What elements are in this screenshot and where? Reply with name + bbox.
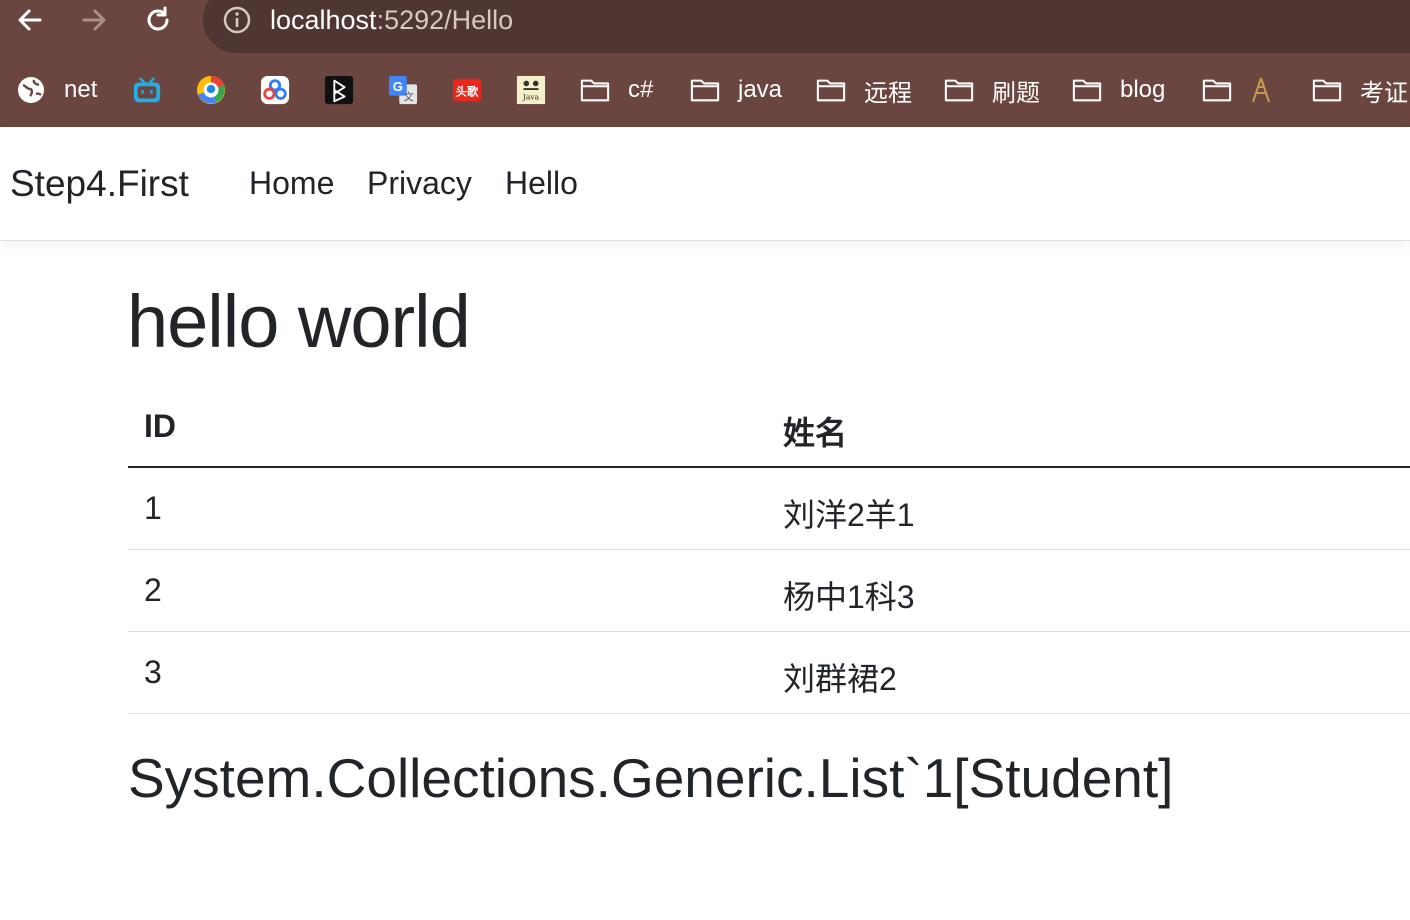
bilibili-icon [132,75,162,105]
bookmark-folder-java[interactable]: java [690,66,782,114]
reload-button[interactable] [140,4,176,36]
folder-icon [580,75,610,105]
url-path: :5292/Hello [376,5,514,35]
column-header-name: 姓名 [783,415,848,451]
cell-id: 2 [144,572,162,608]
bookmark-play-app[interactable] [324,66,354,114]
arrow-left-icon [18,9,42,31]
browser-toolbar: localhost:5292/Hello [0,0,1410,56]
translate-icon: G文 [388,75,418,105]
bookmark-label: blog [1120,76,1166,103]
students-table: ID 姓名 1 刘洋2羊1 2 杨中1科3 3 刘群裙2 [128,386,1410,714]
browser-chrome: localhost:5292/Hello net G文 头歌 Java c# j… [0,0,1410,127]
bookmark-cloud-drive[interactable] [260,66,290,114]
cell-name: 刘群裙2 [783,661,897,697]
nav-link-home[interactable]: Home [249,165,334,202]
reload-icon [147,6,169,31]
back-button[interactable] [12,4,48,36]
column-header-id: ID [144,408,176,444]
toutiao-icon: 头歌 [452,75,482,105]
folder-icon [816,75,846,105]
model-type-heading: System.Collections.Generic.List`1[Studen… [128,747,1174,809]
bookmark-folder-blog[interactable]: blog [1072,66,1165,114]
table-header-row: ID 姓名 [128,386,1410,468]
bookmark-toutiao[interactable]: 头歌 [452,66,482,114]
cell-name: 刘洋2羊1 [783,497,915,533]
bird-app-icon [196,75,226,105]
bookmark-label: java [738,76,783,103]
bookmark-folder-csharp[interactable]: c# [580,66,653,114]
table-row: 3 刘群裙2 [128,632,1410,714]
bookmark-label: 刷题 [992,79,1040,107]
bookmark-java-book[interactable]: Java [516,66,546,114]
table-row: 2 杨中1科3 [128,550,1410,632]
folder-icon [1072,75,1102,105]
svg-text:文: 文 [403,90,413,103]
cell-id: 1 [144,490,162,526]
bookmark-label: c# [628,76,654,103]
arrow-right-icon [82,9,106,31]
bookmarks-bar: net G文 头歌 Java c# java 远程 刷题 blog 考证 [0,66,1410,114]
bookmark-net[interactable]: net [16,66,97,114]
play-app-icon [324,75,354,105]
bookmark-folder-unnamed[interactable] [1202,66,1276,114]
navbar-brand[interactable]: Step4.First [10,163,189,205]
url-host: localhost [270,5,377,35]
cloud-drive-icon [260,75,290,105]
folder-icon [1202,75,1232,105]
bookmark-folder-remote[interactable]: 远程 [816,66,912,114]
bookmark-bilibili[interactable] [132,66,162,114]
bookmark-label: net [64,76,98,103]
info-icon[interactable] [222,5,252,35]
bookmark-label: 考证 [1360,79,1408,107]
page-title: hello world [127,280,471,363]
table-row: 1 刘洋2羊1 [128,468,1410,550]
bookmark-translate[interactable]: G文 [388,66,418,114]
bookmark-bird-app[interactable] [196,66,226,114]
forward-button[interactable] [76,4,112,36]
nav-link-privacy[interactable]: Privacy [367,165,472,202]
svg-text:头歌: 头歌 [456,85,479,99]
svg-text:G: G [393,79,403,94]
folder-icon [690,75,720,105]
nav-link-hello[interactable]: Hello [505,165,578,202]
java-book-icon: Java [516,75,546,105]
bookmark-label: 远程 [864,79,912,107]
bookmark-folder-practice[interactable]: 刷题 [944,66,1040,114]
site-navbar: Step4.First Home Privacy Hello [0,127,1410,241]
globe-icon [16,75,46,105]
svg-text:Java: Java [522,92,540,101]
address-text[interactable]: localhost:5292/Hello [270,3,513,37]
tower-icon [1246,75,1276,105]
cell-id: 3 [144,654,162,690]
folder-icon [944,75,974,105]
folder-icon [1312,75,1342,105]
bookmark-folder-certificate[interactable]: 考证 [1312,66,1408,114]
cell-name: 杨中1科3 [783,579,915,615]
